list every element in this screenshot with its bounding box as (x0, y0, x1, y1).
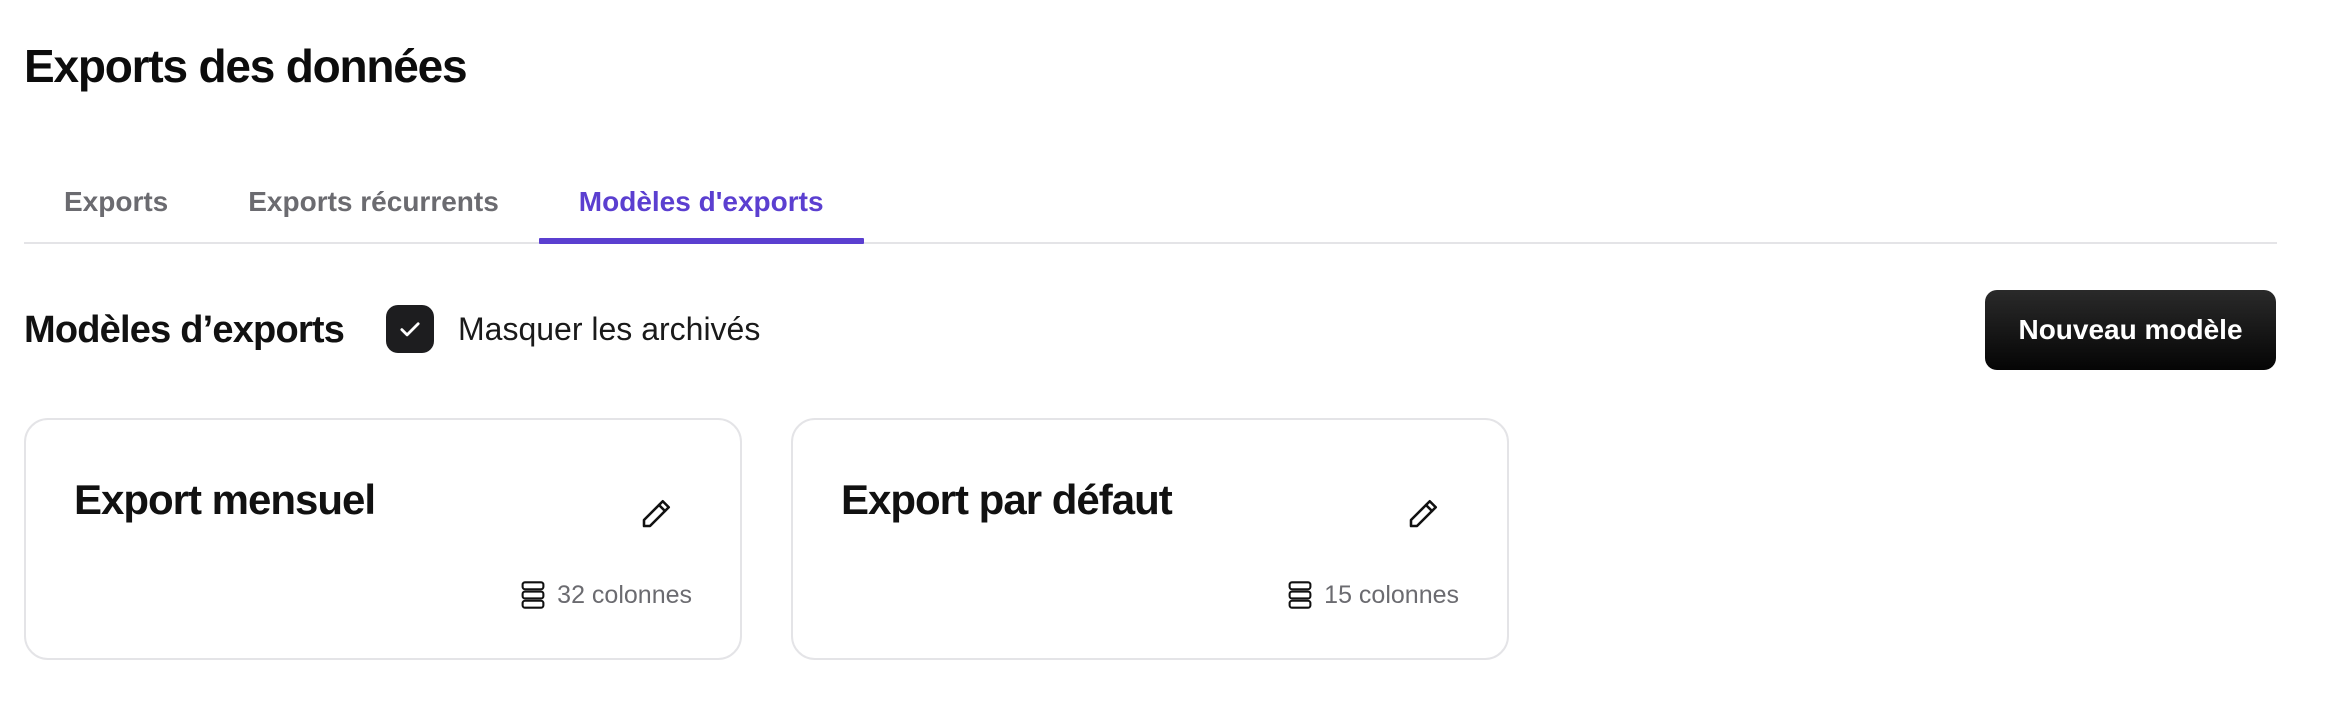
section-title: Modèles d’exports (24, 309, 345, 351)
template-name: Export mensuel (74, 476, 376, 523)
checkmark-icon (400, 322, 420, 337)
hide-archived-toggle[interactable]: Masquer les archivés (386, 305, 760, 353)
edit-template-button[interactable] (1399, 490, 1447, 538)
template-card-monthly[interactable]: Export mensuel 32 colonnes (24, 418, 742, 660)
tab-exports[interactable]: Exports (24, 172, 208, 232)
hide-archived-checkbox[interactable] (386, 305, 434, 353)
template-card-default[interactable]: Export par défaut 15 colonnes (791, 418, 1509, 660)
tab-bar: Exports Exports récurrents Modèles d'exp… (24, 172, 2277, 244)
stack-icon (521, 581, 545, 609)
tab-recurring-exports[interactable]: Exports récurrents (208, 172, 539, 232)
edit-template-button[interactable] (632, 490, 680, 538)
pencil-icon[interactable] (638, 496, 674, 532)
column-count-text: 15 colonnes (1324, 580, 1459, 609)
page-title: Exports des données (24, 40, 468, 92)
tab-export-templates[interactable]: Modèles d'exports (538, 172, 864, 244)
column-count-text: 32 colonnes (557, 580, 692, 609)
column-count: 32 colonnes (519, 580, 692, 610)
pencil-icon[interactable] (1405, 496, 1441, 532)
hide-archived-label: Masquer les archivés (458, 310, 761, 347)
column-count: 15 colonnes (1286, 580, 1459, 610)
new-template-button[interactable]: Nouveau modèle (1985, 290, 2276, 370)
stack-icon (1288, 581, 1312, 609)
template-name: Export par défaut (841, 476, 1173, 523)
